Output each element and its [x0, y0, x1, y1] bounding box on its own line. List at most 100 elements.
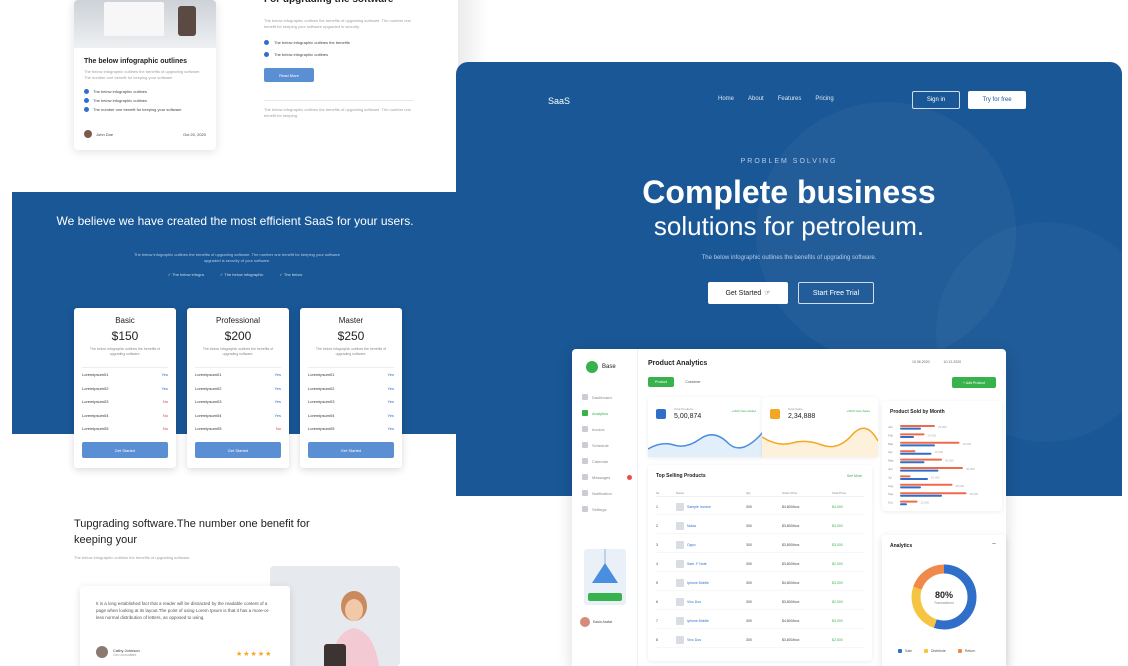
- free-trial-button[interactable]: Start Free Trial: [798, 282, 874, 304]
- hero-subtitle: solutions for petroleum.: [653, 211, 925, 241]
- feature-row: Loremipsum02 Yes: [82, 382, 168, 396]
- table-row[interactable]: 5 Iphone Mobile 300 $4,800/box $3,000: [656, 575, 864, 591]
- plan-features: Loremipsum01 Yes Loremipsum02 Yes Loremips…: [308, 367, 394, 436]
- dashboard-sidebar: Base Dashboard Analytics Invoice Schedul…: [572, 349, 638, 666]
- testimonial-author: Cathy Johnson Ceo consultant: [96, 646, 140, 658]
- cell-qty: 300: [746, 580, 752, 585]
- sidebar-item-settings[interactable]: Settings: [582, 501, 632, 517]
- table-row[interactable]: 1 Sample Invoice 300 $4,800/box $4,000: [656, 499, 864, 515]
- sidebar-item-invoice[interactable]: Invoice: [582, 421, 632, 437]
- sidebar-item-analytics[interactable]: Analytics: [582, 405, 632, 421]
- schedule-icon: [582, 442, 588, 448]
- bar-label: Sep: [888, 492, 894, 496]
- list-item-label: The below infographic outlines: [93, 89, 148, 94]
- sidebar-item-notification[interactable]: Notification: [582, 485, 632, 501]
- table-row[interactable]: 8 Vivo Dos 300 $3,800/box $2,000: [656, 632, 864, 648]
- feature-value: Yes: [387, 426, 394, 432]
- cell-total: $2,000: [832, 561, 843, 566]
- nav-features[interactable]: Features: [778, 96, 802, 102]
- sidebar-item-dashboard[interactable]: Dashboard: [582, 389, 632, 405]
- table-row[interactable]: 6 Vivo Dos 300 $3,800/box $2,000: [656, 594, 864, 610]
- bar-label: Jun: [888, 467, 893, 471]
- bar-blue: [900, 503, 907, 506]
- table-row[interactable]: 2 Nokia 300 $3,800/box $3,000: [656, 518, 864, 534]
- sidebar-user[interactable]: Easin Arafat: [580, 617, 612, 627]
- bar-blue: [900, 452, 932, 455]
- feature-row: Loremipsum03 Yes: [308, 395, 394, 409]
- feature-note: The below infographic outlines the benef…: [264, 100, 414, 119]
- cell-sl: 1: [656, 504, 658, 509]
- stat-sparkline: [762, 427, 878, 457]
- date-to[interactable]: 10.12.2020: [944, 360, 962, 364]
- read-more-button[interactable]: Read More: [264, 68, 314, 82]
- get-started-button[interactable]: Get Started: [195, 442, 281, 458]
- try-free-button[interactable]: Try for free: [968, 91, 1026, 109]
- cart-icon: [770, 409, 780, 419]
- product-thumbnail: [676, 540, 684, 549]
- cell-qty: 300: [746, 561, 752, 566]
- cell-total: $3,000: [832, 618, 843, 623]
- bar-blue: [900, 478, 928, 480]
- table-row[interactable]: 3 Oppo 300 $3,800/box $3,000: [656, 537, 864, 553]
- sign-in-button[interactable]: Sign in: [912, 91, 960, 109]
- plan-name: Master: [338, 316, 364, 325]
- cup-image: [178, 6, 196, 36]
- minimize-icon[interactable]: −: [992, 541, 996, 548]
- get-started-button[interactable]: Get Started: [308, 442, 394, 458]
- cell-qty: 300: [746, 542, 752, 547]
- sidebar-item-calendar[interactable]: Calendar: [582, 453, 632, 469]
- cell-qty: 300: [746, 599, 752, 604]
- tab-customer[interactable]: Customer: [678, 377, 708, 387]
- feature-label: Loremipsum04: [82, 412, 109, 418]
- nav-home[interactable]: Home: [718, 96, 734, 102]
- feature-value: Yes: [387, 412, 394, 418]
- list-item: The below infographic outlines: [84, 87, 216, 96]
- feature-value: Yes: [387, 372, 394, 378]
- date-from[interactable]: 10.06.2020: [912, 360, 930, 364]
- see-more-link[interactable]: See More: [847, 474, 862, 478]
- dashboard-mockup: Base Dashboard Analytics Invoice Schedul…: [572, 349, 1006, 666]
- feature-description: The below infographic outlines the benef…: [264, 18, 411, 29]
- plan-description: The below infographic outlines the benef…: [89, 347, 161, 356]
- sidebar-item-schedule[interactable]: Schedule: [582, 437, 632, 453]
- plan-features: Loremipsum01 Yes Loremipsum02 Yes Loremips…: [82, 367, 168, 436]
- feature-value: Yes: [274, 412, 281, 418]
- user-name: Easin Arafat: [593, 620, 612, 624]
- table-row[interactable]: 7 Iphone Mobile 300 $4,800/box $3,000: [656, 613, 864, 629]
- chart-title: Product Sold by Month: [890, 409, 945, 415]
- blog-card[interactable]: The below infographic outlines The below…: [74, 0, 216, 150]
- list-item-label: The number one benefit for keeping your …: [93, 107, 182, 112]
- testimonial-subtitle: The below infographic outlines the benef…: [74, 555, 191, 560]
- bar-red: [900, 483, 953, 486]
- sidebar-item-messages[interactable]: Messages: [582, 469, 632, 485]
- tab-product[interactable]: Product: [648, 377, 674, 387]
- bar-red: [900, 450, 916, 453]
- product-name: Vivo Dos: [687, 599, 701, 604]
- get-started-button[interactable]: Get Started: [82, 442, 168, 458]
- band-checks: ✓ The below infogra ✓ The below infograp…: [12, 272, 458, 277]
- cell-name: Iphone Mobile: [676, 616, 746, 625]
- date-range[interactable]: 10.06.2020 10.12.2020: [912, 360, 961, 364]
- nav-pricing[interactable]: Pricing: [815, 96, 833, 102]
- column-header: Order Price: [782, 490, 798, 495]
- bullet-icon: [84, 98, 89, 103]
- get-started-button[interactable]: Get Started ☞: [708, 282, 788, 304]
- table-row[interactable]: 4 Sam. F Note 300 $3,800/box $2,000: [656, 556, 864, 572]
- lamp-icon: [592, 549, 618, 583]
- donut-percent: 80%: [935, 590, 953, 600]
- hero-description: The below infographic outlines the benef…: [701, 255, 877, 261]
- plan-description: The below infographic outlines the benef…: [202, 347, 274, 356]
- table-header: SL Name Qty Order Price Total Price: [656, 489, 864, 497]
- cell-price: $4,800/box: [782, 618, 800, 623]
- check-label: The below infographic: [224, 272, 264, 277]
- nav-about[interactable]: About: [748, 96, 764, 102]
- button-label: Get Started: [725, 289, 762, 297]
- brand-logo[interactable]: SaaS: [548, 96, 570, 106]
- add-product-button[interactable]: + Add Product: [952, 377, 996, 388]
- bar-label: Feb: [888, 433, 894, 437]
- feature-heading: For upgrading the software: [264, 0, 414, 8]
- cell-total: $2,000: [832, 637, 843, 642]
- product-name: Vivo Dos: [687, 637, 701, 642]
- sidebar-item-label: Schedule: [592, 442, 609, 448]
- promo-button[interactable]: [588, 593, 622, 601]
